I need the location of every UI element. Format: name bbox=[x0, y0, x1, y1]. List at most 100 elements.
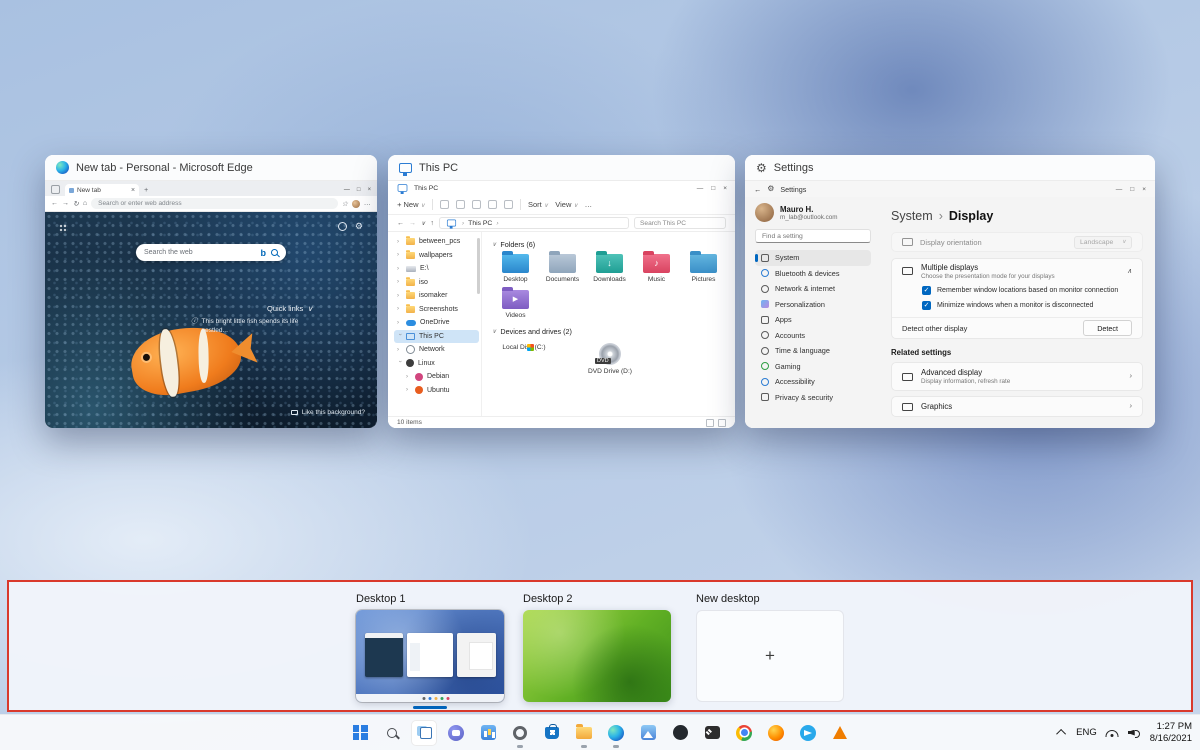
delete-icon[interactable] bbox=[504, 200, 513, 209]
volume-icon[interactable] bbox=[1128, 728, 1140, 738]
minimize-icon[interactable] bbox=[1116, 186, 1123, 193]
nav-item-personalization[interactable]: Personalization bbox=[755, 297, 871, 313]
start-button[interactable] bbox=[347, 720, 373, 746]
widgets-button[interactable] bbox=[475, 720, 501, 746]
page-settings-icon[interactable] bbox=[355, 222, 363, 231]
drives-section-header[interactable]: Devices and drives (2) bbox=[492, 327, 727, 336]
view-button[interactable]: View bbox=[555, 200, 578, 209]
folder-item-documents[interactable]: Documents bbox=[539, 254, 586, 283]
orientation-dropdown[interactable]: Landscape bbox=[1074, 236, 1132, 249]
folder-item-downloads[interactable]: ↓Downloads bbox=[586, 254, 633, 283]
sort-button[interactable]: Sort bbox=[528, 200, 548, 209]
more-menu-icon[interactable] bbox=[364, 200, 371, 207]
nav-item-bluetooth[interactable]: Bluetooth & devices bbox=[755, 266, 871, 282]
sidebar-item[interactable]: isomaker bbox=[394, 289, 479, 303]
nav-item-network[interactable]: Network & internet bbox=[755, 281, 871, 297]
drive-item-local-disk[interactable]: Local Disk (C:) bbox=[492, 341, 556, 375]
sidebar-item-onedrive[interactable]: OneDrive bbox=[394, 316, 479, 330]
sidebar-item-debian[interactable]: Debian bbox=[394, 370, 479, 384]
task-view-button[interactable] bbox=[411, 720, 437, 746]
checkbox-checked-icon[interactable] bbox=[922, 301, 931, 310]
task-view-window-edge[interactable]: New tab - Personal - Microsoft Edge New … bbox=[45, 155, 377, 428]
sidebar-item-network[interactable]: Network bbox=[394, 343, 479, 357]
breadcrumb-system[interactable]: System bbox=[891, 209, 933, 223]
terminal-button[interactable] bbox=[699, 720, 725, 746]
refresh-icon[interactable] bbox=[73, 200, 79, 208]
settings-search-input[interactable]: Find a setting bbox=[755, 229, 871, 243]
minimize-icon[interactable] bbox=[697, 185, 704, 192]
folders-section-header[interactable]: Folders (6) bbox=[492, 240, 727, 249]
sidebar-item[interactable]: wallpapers bbox=[394, 249, 479, 263]
breadcrumb[interactable]: This PC bbox=[439, 217, 629, 229]
vlc-button[interactable] bbox=[827, 720, 853, 746]
sidebar-item-ubuntu[interactable]: Ubuntu bbox=[394, 384, 479, 398]
web-search-box[interactable]: Search the web b bbox=[136, 244, 286, 261]
file-explorer-button[interactable] bbox=[571, 720, 597, 746]
history-icon[interactable] bbox=[421, 220, 425, 227]
taskbar-clock[interactable]: 1:27 PM 8/16/2021 bbox=[1150, 721, 1192, 745]
nav-item-time-language[interactable]: Time & language bbox=[755, 343, 871, 359]
quick-links[interactable]: Quick links bbox=[267, 304, 313, 313]
maximize-icon[interactable] bbox=[1130, 186, 1134, 193]
more-icon[interactable] bbox=[585, 200, 593, 209]
forward-icon[interactable] bbox=[409, 220, 416, 227]
sidebar-item-this-pc[interactable]: This PC bbox=[394, 330, 479, 344]
sidebar-item[interactable]: E:\ bbox=[394, 262, 479, 276]
sidebar-item[interactable]: Screenshots bbox=[394, 303, 479, 317]
background-prompt[interactable]: Like this background? bbox=[291, 409, 365, 416]
copy-icon[interactable] bbox=[456, 200, 465, 209]
edge-button[interactable] bbox=[603, 720, 629, 746]
minimize-icon[interactable] bbox=[344, 187, 350, 193]
page-profile-icon[interactable] bbox=[338, 222, 347, 231]
search-button[interactable] bbox=[379, 720, 405, 746]
sidebar-item-linux[interactable]: Linux bbox=[394, 357, 479, 371]
store-button[interactable] bbox=[539, 720, 565, 746]
new-desktop-button[interactable]: + bbox=[696, 610, 844, 702]
chevron-up-icon[interactable] bbox=[1127, 267, 1132, 275]
telegram-button[interactable] bbox=[795, 720, 821, 746]
nav-item-system[interactable]: System bbox=[755, 250, 871, 266]
explorer-search-input[interactable]: Search This PC bbox=[634, 217, 726, 229]
large-icons-view-icon[interactable] bbox=[718, 419, 726, 427]
maximize-icon[interactable] bbox=[357, 187, 361, 193]
account-block[interactable]: Mauro H. m_lab@outlook.com bbox=[755, 203, 871, 222]
back-icon[interactable] bbox=[51, 200, 58, 207]
close-icon[interactable] bbox=[1142, 186, 1146, 193]
new-tab-icon[interactable] bbox=[144, 187, 148, 194]
nav-item-privacy[interactable]: Privacy & security bbox=[755, 390, 871, 406]
back-icon[interactable] bbox=[397, 220, 404, 227]
multiple-displays-header[interactable]: Multiple displays Choose the presentatio… bbox=[892, 259, 1142, 283]
maximize-icon[interactable] bbox=[711, 185, 715, 192]
nav-item-accessibility[interactable]: Accessibility bbox=[755, 374, 871, 390]
close-icon[interactable] bbox=[723, 185, 727, 192]
share-icon[interactable] bbox=[488, 200, 497, 209]
settings-app-button[interactable] bbox=[507, 720, 533, 746]
search-icon[interactable] bbox=[271, 249, 278, 256]
network-icon[interactable] bbox=[1107, 728, 1118, 737]
sidebar-item[interactable]: between_pcs bbox=[394, 235, 479, 249]
up-icon[interactable] bbox=[430, 220, 434, 227]
cut-icon[interactable] bbox=[440, 200, 449, 209]
drive-item-dvd[interactable]: DVD DVD Drive (D:) bbox=[578, 341, 642, 375]
vertical-tabs-icon[interactable] bbox=[51, 185, 60, 194]
rename-icon[interactable] bbox=[472, 200, 481, 209]
details-view-icon[interactable] bbox=[706, 419, 714, 427]
sidebar-item[interactable]: iso bbox=[394, 276, 479, 290]
favorites-icon[interactable] bbox=[342, 200, 348, 208]
chrome-button[interactable] bbox=[731, 720, 757, 746]
photos-button[interactable] bbox=[635, 720, 661, 746]
desktop-1-thumbnail[interactable] bbox=[356, 610, 504, 702]
folder-item-desktop[interactable]: Desktop bbox=[492, 254, 539, 283]
remember-locations-option[interactable]: Remember window locations based on monit… bbox=[892, 283, 1142, 298]
app-launcher-icon[interactable] bbox=[59, 224, 68, 233]
task-view-window-explorer[interactable]: This PC This PC New bbox=[388, 155, 735, 428]
language-indicator[interactable]: ENG bbox=[1076, 727, 1097, 738]
new-button[interactable]: New bbox=[397, 200, 425, 209]
folder-item-music[interactable]: ♪Music bbox=[633, 254, 680, 283]
task-view-window-settings[interactable]: Settings Settings Mauro H. bbox=[745, 155, 1155, 428]
forward-icon[interactable] bbox=[62, 200, 69, 207]
chat-button[interactable] bbox=[443, 720, 469, 746]
nav-item-apps[interactable]: Apps bbox=[755, 312, 871, 328]
folder-item-videos[interactable]: ▶Videos bbox=[492, 290, 539, 319]
browser-tab[interactable]: New tab bbox=[65, 184, 139, 196]
